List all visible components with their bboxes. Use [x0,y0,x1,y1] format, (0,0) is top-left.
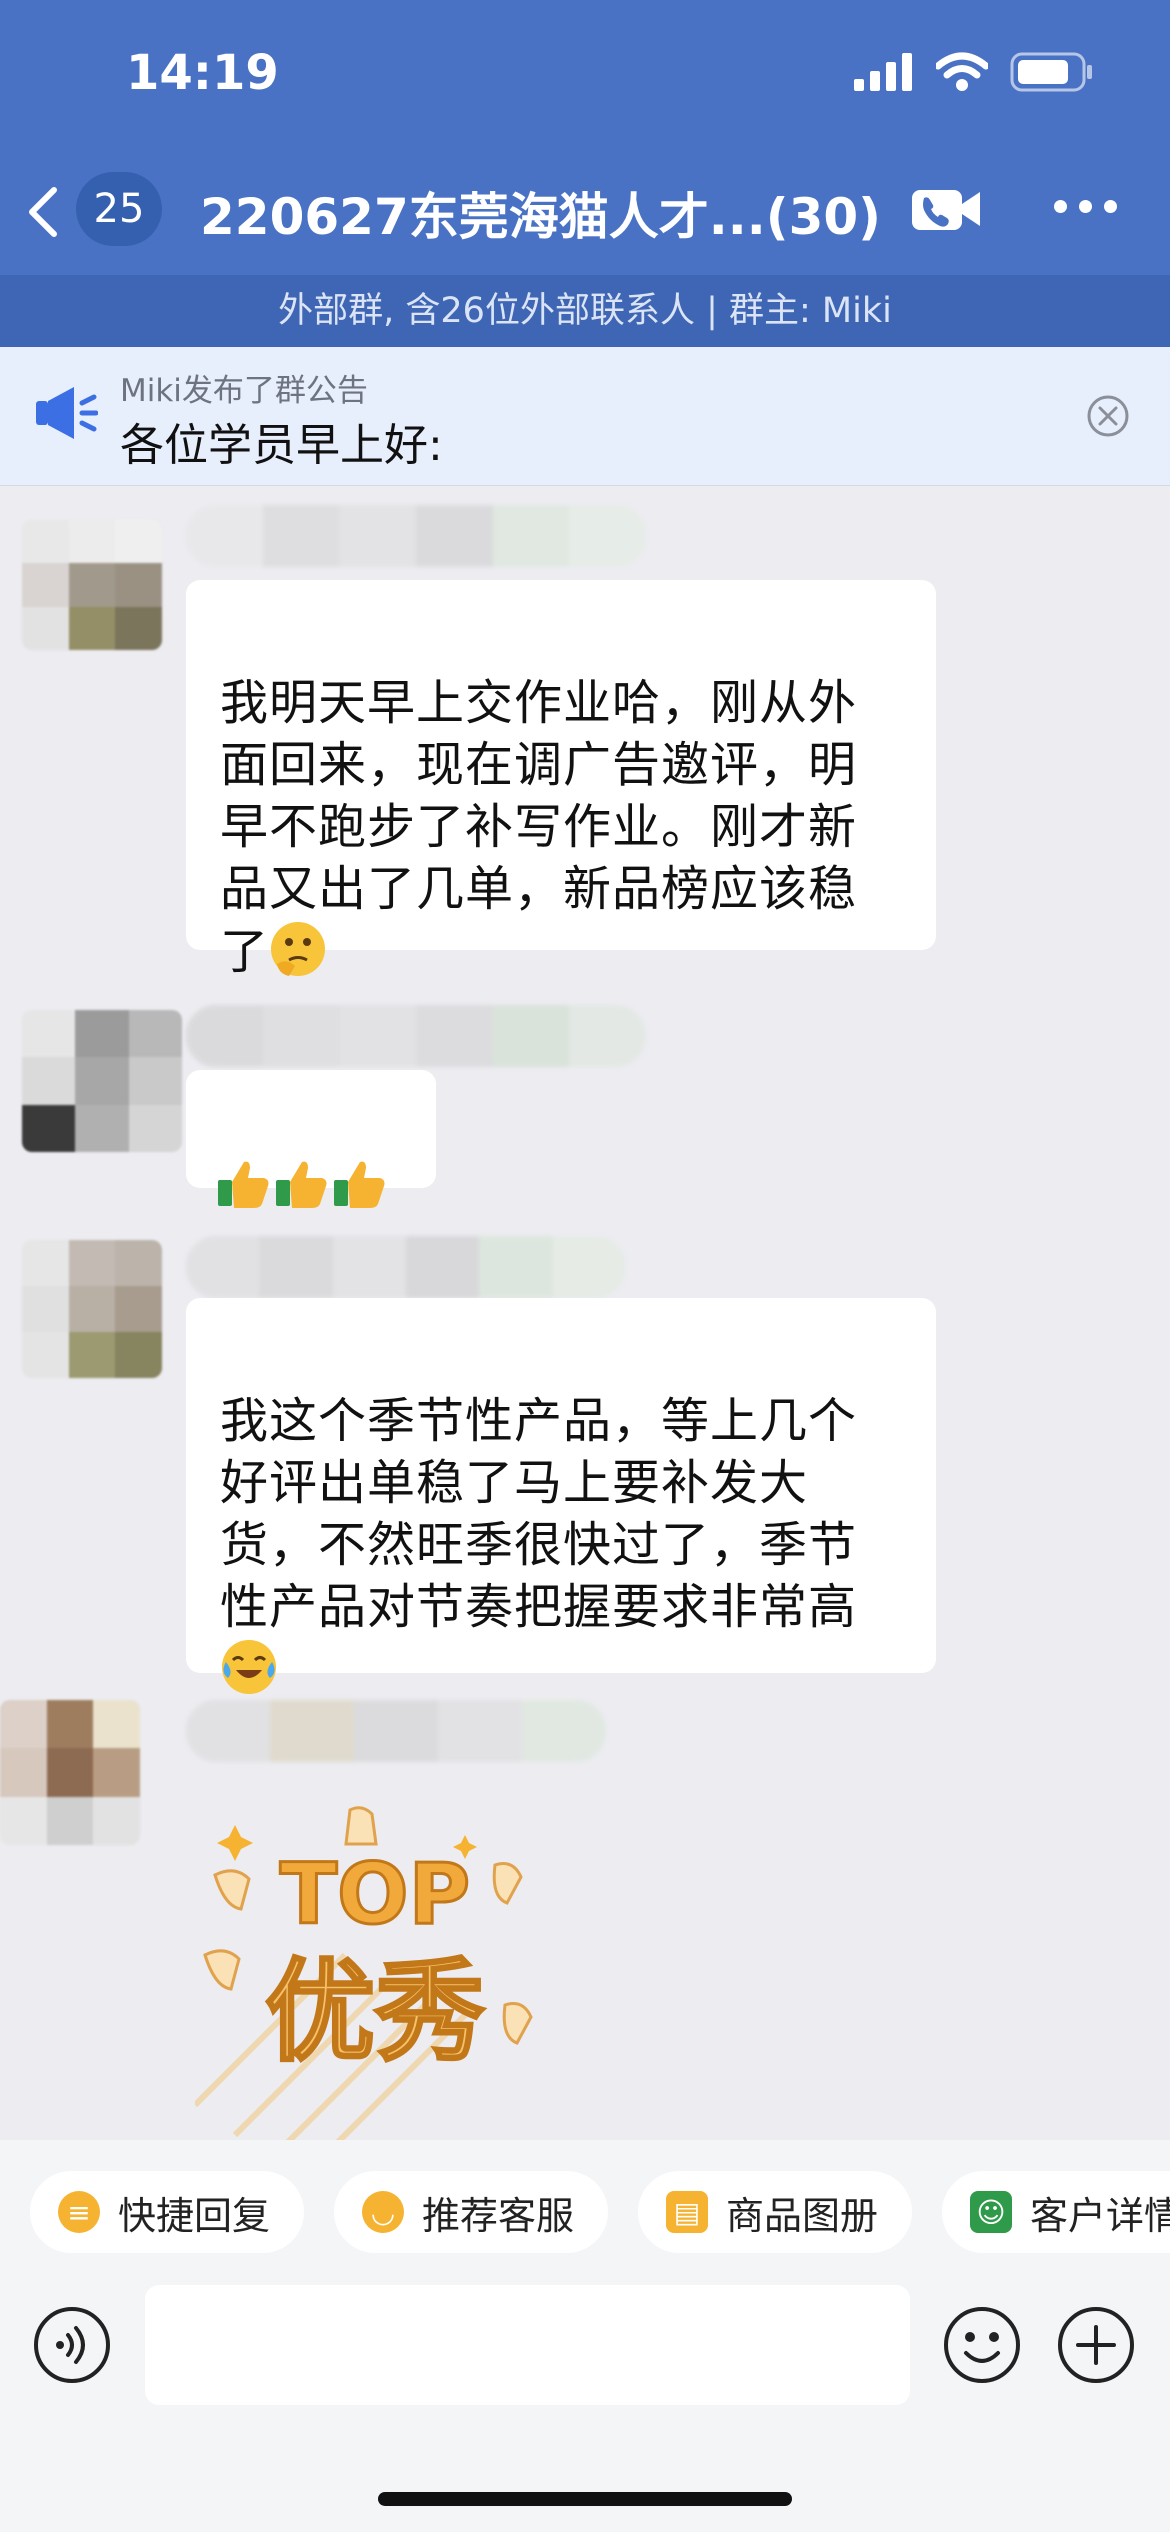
message-bubble[interactable]: 我明天早上交作业哈，刚从外 面回来，现在调广告邀评，明 早不跑步了补写作业。刚才… [186,580,936,980]
message-bubble[interactable]: 我这个季节性产品，等上几个 好评出单稳了马上要补发大 货，不然旺季很快过了，季节… [186,1298,936,1694]
chat-title[interactable]: 220627东莞海猫人才...(30) [200,177,881,249]
video-call-icon[interactable] [910,184,984,234]
avatar[interactable] [0,1700,140,1845]
sender-name [186,1700,606,1762]
avatar[interactable] [22,1010,182,1152]
emoji-icon[interactable] [942,2305,1022,2385]
thumbs-up-emoji [276,1161,327,1208]
group-info-subtitle[interactable]: 外部群, 含26位外部联系人 | 群主: Miki [0,275,1170,347]
thinking-emoji [271,922,326,976]
chip-label: 客户详情 [1030,2193,1170,2238]
product-catalog-chip[interactable]: ▤ 商品图册 [638,2171,913,2253]
sender-name [186,1005,646,1067]
message-input[interactable] [145,2285,910,2405]
quick-reply-icon: ≡ [58,2191,100,2233]
home-indicator[interactable] [378,2492,792,2506]
message-bubble[interactable] [186,1070,436,1208]
thumbs-up-emoji [334,1161,385,1208]
thumbs-up-emoji [218,1161,269,1208]
avatar[interactable] [22,520,162,650]
avatar[interactable] [22,1240,162,1378]
chip-label: 快捷回复 [118,2193,271,2238]
sticker-excellent-text: 优秀 [265,1948,485,2076]
customer-detail-chip[interactable]: ☺ 客户详情 [942,2171,1170,2253]
cellular-signal-icon [854,53,912,91]
more-dots-icon[interactable] [1054,200,1117,213]
group-announcement[interactable]: Miki发布了群公告 各位学员早上好: [0,347,1170,486]
chip-label: 商品图册 [726,2193,879,2238]
close-icon[interactable] [1086,394,1130,438]
unread-count-badge[interactable]: 25 [76,172,162,246]
product-catalog-icon: ▤ [666,2191,708,2233]
chevron-left-icon[interactable] [24,186,62,238]
announcement-publisher: Miki发布了群公告 [120,373,368,409]
announcement-text: 各位学员早上好: [120,420,443,471]
sticker-top-text: TOP [280,1845,470,1943]
chip-label: 推荐客服 [422,2193,575,2238]
voice-icon[interactable] [32,2305,112,2385]
chat-header: 14:19 25 220627东莞海猫人才...(30) [0,0,1170,275]
crying-laughing-emoji [222,1640,276,1694]
megaphone-icon [36,387,98,439]
quick-reply-chip[interactable]: ≡ 快捷回复 [30,2171,305,2253]
plus-icon[interactable] [1056,2305,1136,2385]
sender-name [186,1236,626,1298]
status-icons [854,52,1094,92]
sender-name [186,505,646,567]
message-text: 我这个季节性产品，等上几个 好评出单稳了马上要补发大 货，不然旺季很快过了，季节… [220,1393,858,1635]
recommend-service-chip[interactable]: ◡ 推荐客服 [334,2171,609,2253]
top-excellent-sticker[interactable]: TOP 优秀 [195,1805,555,2145]
battery-icon [1010,52,1092,92]
status-time: 14:19 [126,45,279,101]
recommend-service-icon: ◡ [362,2191,404,2233]
customer-detail-icon: ☺ [970,2191,1012,2233]
wifi-icon [936,52,988,91]
